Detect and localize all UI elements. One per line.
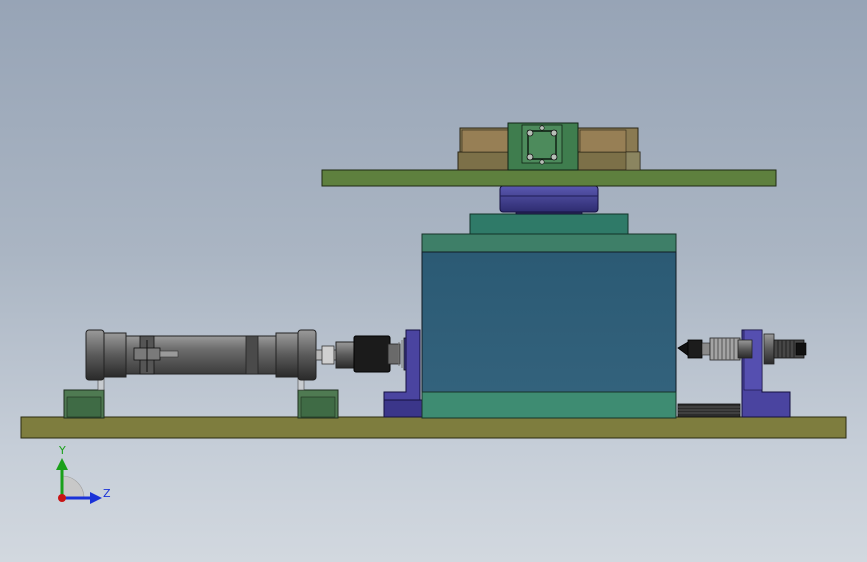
y-axis-label: Y [58, 444, 66, 457]
coordinate-triad[interactable]: Y Z [40, 436, 120, 516]
pneumatic-cylinder [85, 329, 339, 381]
cad-viewport[interactable] [0, 0, 867, 562]
rotary-disc [469, 185, 629, 235]
z-axis-label: Z [103, 487, 111, 500]
base-plate [20, 416, 847, 439]
y-axis-arrow-icon [56, 458, 68, 470]
x-axis-point-icon [58, 494, 66, 502]
triad-quadrant [61, 475, 85, 499]
shim-stack [677, 403, 741, 418]
top-clamp-fixture [457, 122, 641, 171]
z-axis-arrow-icon [90, 492, 102, 504]
main-block [421, 233, 677, 419]
top-plate [321, 169, 777, 187]
